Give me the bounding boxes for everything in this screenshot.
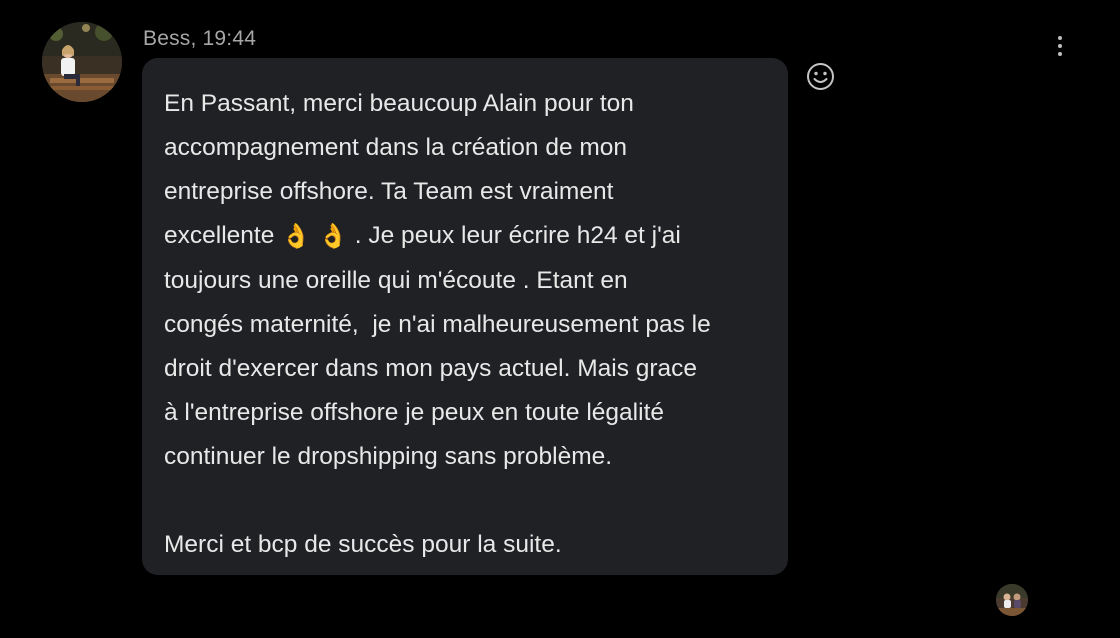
ok-hand-emoji: 👌 xyxy=(281,223,312,250)
chat-view: Bess, 19:44 En Passant, merci beaucoup Al… xyxy=(0,0,1120,638)
meta-separator: , xyxy=(190,27,197,50)
message-line-part: excellente xyxy=(164,222,275,249)
message-line: accompagnement dans la création de mon xyxy=(164,134,628,161)
more-options-button[interactable] xyxy=(1050,34,1070,58)
more-vertical-icon-dot xyxy=(1058,52,1062,56)
message-meta: Bess, 19:44 xyxy=(143,27,256,51)
message-bubble[interactable]: En Passant, merci beaucoup Alain pour to… xyxy=(142,58,788,575)
message-line: En Passant, merci beaucoup Alain pour to… xyxy=(164,90,634,117)
sender-name: Bess xyxy=(143,27,191,50)
paragraph-spacer xyxy=(164,479,766,523)
message-line-part: . Je peux leur écrire h24 et j'ai xyxy=(354,222,681,249)
more-vertical-icon-dot xyxy=(1058,36,1062,40)
message-line: droit d'exercer dans mon pays actuel. Ma… xyxy=(164,355,698,382)
ok-hand-emoji: 👌 xyxy=(318,223,348,250)
message-time: 19:44 xyxy=(202,27,257,50)
message-line: entreprise offshore. Ta Team est vraimen… xyxy=(164,178,614,205)
read-receipt-avatar xyxy=(996,584,1028,616)
message-line: à l'entreprise offshore je peux en toute… xyxy=(164,399,665,426)
message-line: toujours une oreille qui m'écoute . Etan… xyxy=(164,267,628,294)
smiley-icon xyxy=(807,63,834,90)
message-line: congés maternité, je n'ai malheureusemen… xyxy=(164,311,711,338)
sender-avatar[interactable] xyxy=(42,22,122,102)
message-line: continuer le dropshipping sans problème. xyxy=(164,443,613,470)
add-reaction-button[interactable] xyxy=(806,62,835,91)
message-line: excellente 👌 👌 . Je peux leur écrire h24… xyxy=(164,214,766,259)
more-vertical-icon-dot xyxy=(1058,44,1062,48)
message-line: Merci et bcp de succès pour la suite. xyxy=(164,531,562,558)
